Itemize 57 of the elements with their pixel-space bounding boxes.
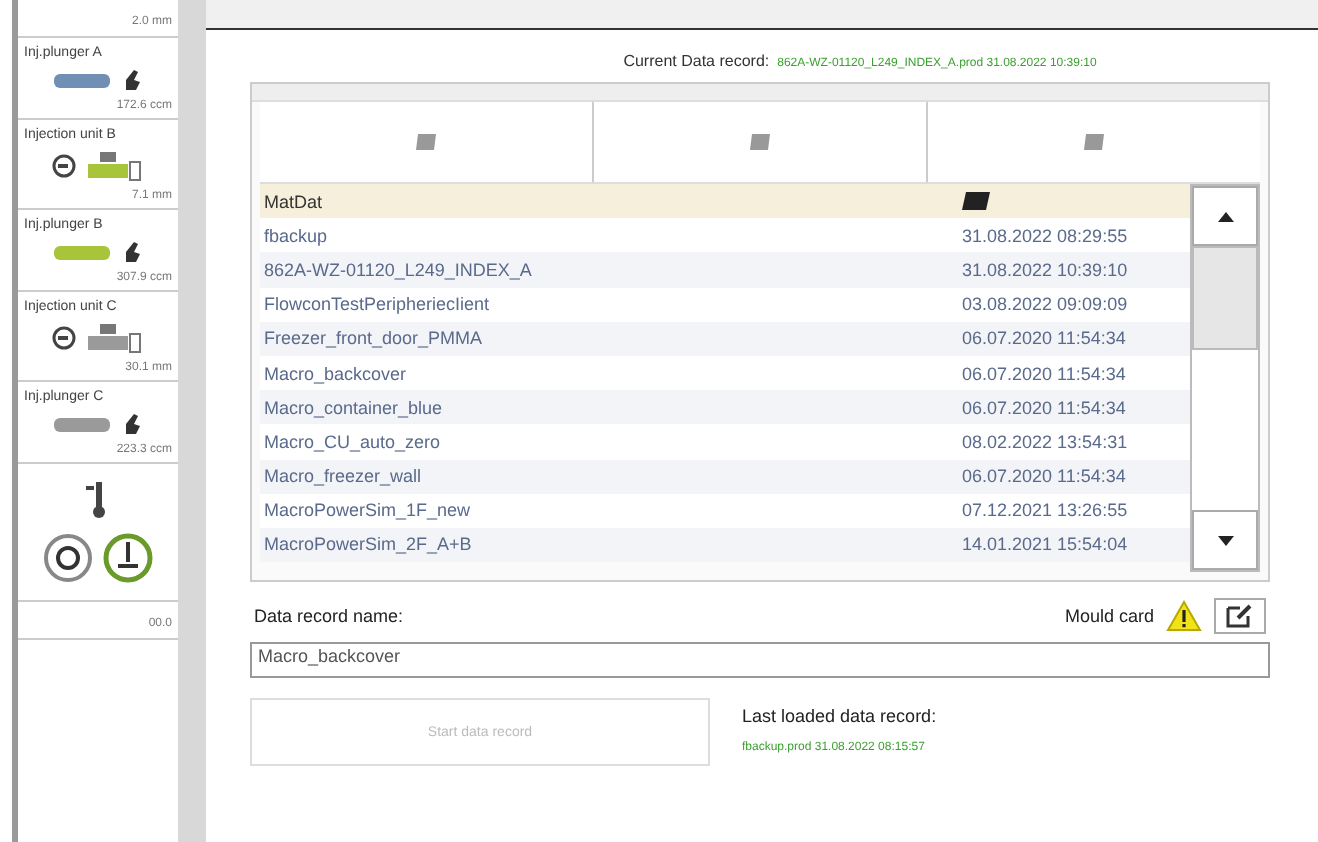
up-arrow-icon (1217, 211, 1233, 221)
record-date-cell-text: 07.12.2021 13:26:55 (962, 500, 1130, 521)
hand-icon (122, 68, 142, 92)
record-date-cell-text: 06.07.2020 11:54:34 (962, 466, 1128, 487)
record-name-cell: fbackup (264, 225, 328, 246)
record-date-cell-text: 06.07.2020 11:54:34 (962, 328, 1128, 349)
record-name-cell: Freezer_front_door_PMMA (264, 328, 483, 349)
thermometer-icon (86, 480, 110, 520)
record-date-cell-text: 03.08.2022 09:09:09 (962, 294, 1130, 315)
record-name-cell: Macro_container_blue (264, 397, 443, 418)
record-name-cell: Macro_CU_auto_zero (264, 431, 441, 452)
hand-icon (122, 412, 142, 436)
last-loaded-label: Last loaded data record: (742, 706, 937, 726)
table-row[interactable]: fbackup 31.08.2022 08:29:55 (260, 218, 1190, 253)
table-row[interactable]: Macro_freezer_wall 06.07.2020 11:54:34 (260, 459, 1190, 494)
record-name-cell: MatDat (264, 191, 323, 212)
record-name-cell: 862A-WZ-01120_L249_INDEX_A (264, 259, 532, 280)
down-arrow-icon (1217, 535, 1233, 545)
scroll-up-button[interactable] (1192, 186, 1258, 246)
record-date-cell-text: 06.07.2020 11:54:34 (962, 363, 1128, 384)
record-date-cell-text: 06.07.2020 11:54:34 (962, 397, 1128, 418)
scroll-thumb[interactable] (1192, 246, 1258, 350)
record-name-cell: MacroPowerSim_1F_new (264, 500, 471, 521)
table-row[interactable]: 862A-WZ-01120_L249_INDEX_A 31.08.2022 10:39:10 (260, 252, 1190, 288)
record-date-cell-text: 14.01.2021 15:54:04 (962, 534, 1130, 555)
record-name-cell: Macro_freezer_wall (264, 466, 422, 487)
nozzle-icon[interactable] (102, 532, 154, 584)
field-label: Data record name: (254, 606, 404, 626)
scrollbar[interactable] (1190, 184, 1260, 572)
folder-icon (1082, 132, 1106, 152)
table-row[interactable]: Macro_container_blue 06.07.2020 11:54:34 (260, 390, 1190, 425)
circle-icon (52, 326, 76, 350)
edit-icon (1226, 604, 1254, 628)
folder-icon (414, 132, 438, 152)
table-row[interactable]: Freezer_front_door_PMMA 06.07.2020 11:54:34 (260, 321, 1190, 356)
mould-card-label: Mould card (1064, 606, 1154, 626)
table-row[interactable]: MatDat (260, 184, 1190, 219)
ring-icon[interactable] (42, 532, 94, 584)
scroll-down-button[interactable] (1192, 510, 1258, 570)
edit-button[interactable] (1214, 598, 1266, 634)
folder-icon (962, 192, 990, 211)
record-date-cell-text: 31.08.2022 10:39:10 (962, 259, 1130, 280)
table-row[interactable]: Macro_backcover 06.07.2020 11:54:34 (260, 355, 1190, 391)
circle-icon (52, 154, 76, 178)
hand-icon (122, 240, 142, 264)
input-field[interactable]: Macro_backcover (250, 642, 1270, 678)
folder-icon (748, 132, 772, 152)
record-name-cell: MacroPowerSim_2F_A+B (264, 534, 472, 555)
table-row[interactable]: Macro_CU_auto_zero 08.02.2022 13:54:31 (260, 424, 1190, 459)
record-name-cell: Macro_backcover (264, 363, 407, 384)
record-name-cell: FlowconTestPeripheriecIient (264, 294, 490, 315)
table-row[interactable]: FlowconTestPeripheriecIient 03.08.2022 09:09:09 (260, 287, 1190, 322)
current-record-label: Current Data record: (623, 52, 770, 70)
table-row[interactable]: MacroPowerSim_2F_A+B 14.01.2021 15:54:04 (260, 527, 1190, 563)
table-row[interactable]: MacroPowerSim_1F_new 07.12.2021 13:26:55 (260, 493, 1190, 528)
record-date-cell-text: 31.08.2022 08:29:55 (962, 225, 1130, 246)
record-date-cell-text: 08.02.2022 13:54:31 (962, 431, 1130, 452)
